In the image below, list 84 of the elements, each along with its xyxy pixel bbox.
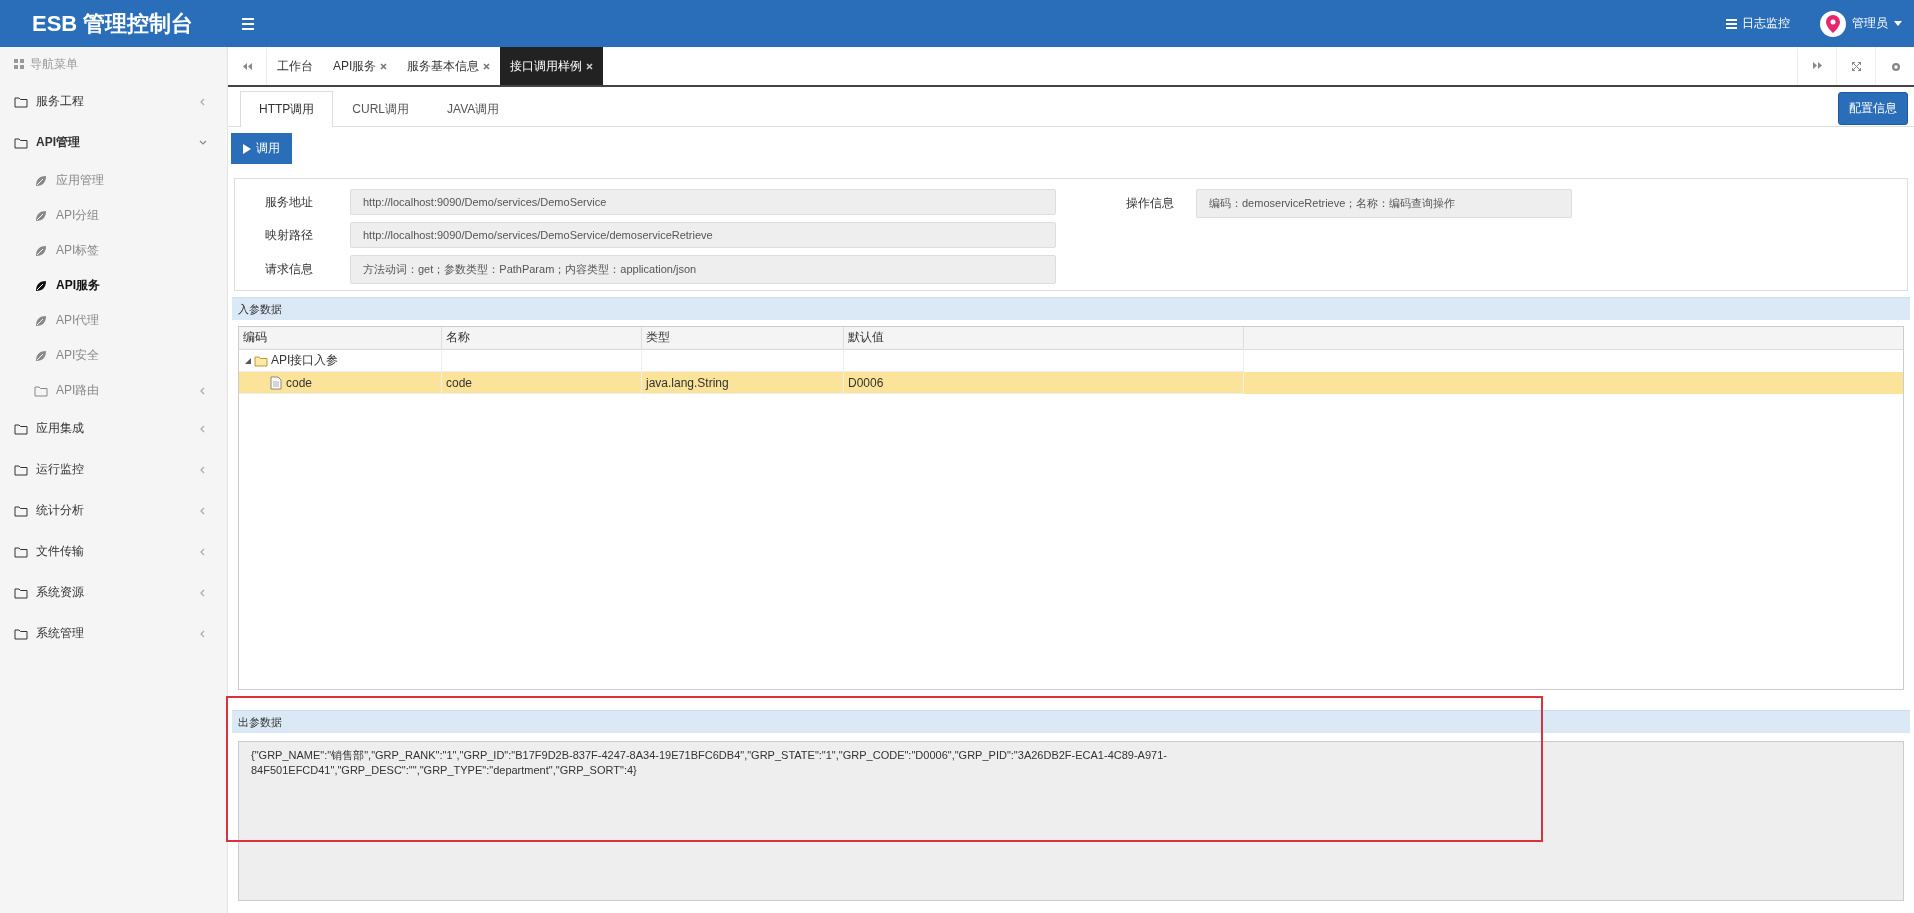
expanded-triangle-icon[interactable] <box>245 357 251 364</box>
folder-icon <box>14 626 28 641</box>
chevron-icon <box>198 547 207 556</box>
close-icon[interactable] <box>586 62 594 70</box>
table-cell: API接口入参 <box>271 352 339 369</box>
config-info-button[interactable]: 配置信息 <box>1838 92 1908 125</box>
close-icon[interactable] <box>483 62 491 70</box>
readonly-field: http://localhost:9090/Demo/services/DemoService <box>350 189 1056 215</box>
table-cell: code <box>446 375 473 390</box>
output-text-area: {"GRP_NAME":"销售部","GRP_RANK":"1","GRP_ID":"B17F9D2B-837F-4247-8A34-19E71BFC6DB4","GRP_STATE":"1","GRP_CODE":"D0006","GRP_PID":"3A26DB2F-ECA1-4C89-A971-84F501EFCD41","GRP_DESC":"","GRP_TYPE":"department","GRP_SORT":4} <box>238 741 1904 901</box>
table-cell: code <box>286 375 313 390</box>
leaf-icon <box>34 173 48 188</box>
sidebar-header: 导航菜单 <box>0 47 227 81</box>
chevron-icon <box>198 386 207 395</box>
call-type-tab[interactable]: JAVA调用 <box>428 91 519 127</box>
sidebar-item[interactable]: 统计分析 <box>0 490 227 531</box>
leaf-icon <box>34 348 48 363</box>
chevron-icon <box>198 588 207 597</box>
sidebar-item[interactable]: 运行监控 <box>0 449 227 490</box>
chevron-icon <box>198 424 207 433</box>
sidebar-item[interactable]: 服务工程 <box>0 81 227 122</box>
document-icon <box>269 375 283 390</box>
field-label: 服务地址 <box>264 193 314 211</box>
call-type-tab[interactable]: HTTP调用 <box>240 91 334 127</box>
invoke-button[interactable]: 调用 <box>231 133 292 164</box>
column-header: 名称 <box>442 327 642 349</box>
readonly-field: http://localhost:9090/Demo/services/DemoService/demoserviceRetrieve <box>350 222 1056 248</box>
call-type-tab[interactable]: CURL调用 <box>333 91 428 127</box>
page-tab[interactable]: 工作台 <box>267 47 323 85</box>
close-icon[interactable] <box>380 62 388 70</box>
chevron-icon <box>198 629 207 638</box>
column-header: 默认值 <box>844 327 1244 349</box>
play-icon <box>243 143 251 154</box>
folder-icon <box>14 135 28 150</box>
user-menu[interactable]: 管理员 <box>1820 10 1902 37</box>
log-monitor-link[interactable]: 日志监控 <box>1726 15 1790 32</box>
leaf-icon <box>34 243 48 258</box>
sidebar-item[interactable]: 文件传输 <box>0 531 227 572</box>
page-tab[interactable]: 接口调用样例 <box>500 47 604 85</box>
column-header: 编码 <box>239 327 442 349</box>
folder-icon <box>14 544 28 559</box>
app-logo: ESB 管理控制台 <box>31 9 195 38</box>
pin-icon <box>1825 13 1841 34</box>
column-header: 类型 <box>642 327 844 349</box>
sidebar-item[interactable]: 应用集成 <box>0 408 227 449</box>
section-header: 出参数据 <box>232 710 1910 733</box>
sidebar-item[interactable]: API管理 <box>0 122 227 163</box>
tree-row[interactable]: code code java.lang.String D0006 <box>239 372 1903 394</box>
chevron-icon <box>198 506 207 515</box>
sidebar-item[interactable]: 系统资源 <box>0 572 227 613</box>
sidebar-item[interactable]: 系统管理 <box>0 613 227 654</box>
field-label: 请求信息 <box>264 261 314 278</box>
sidebar-item[interactable]: 应用管理 <box>0 163 227 198</box>
leaf-icon <box>34 208 48 223</box>
folder-icon <box>14 585 28 600</box>
caret-icon <box>1894 21 1902 26</box>
double-left-icon <box>242 62 252 70</box>
field-label: 映射路径 <box>264 226 314 244</box>
grid-icon <box>14 59 24 69</box>
leaf-icon <box>34 278 48 293</box>
page-tab[interactable]: 服务基本信息 <box>397 47 501 85</box>
folder-icon <box>34 383 48 398</box>
table-cell: java.lang.String <box>646 375 729 390</box>
settings-icon <box>1890 61 1900 71</box>
folder-icon <box>254 353 268 368</box>
leaf-icon <box>34 313 48 328</box>
expand-icon <box>1851 61 1861 71</box>
folder-icon <box>14 503 28 518</box>
sidebar-item[interactable]: API服务 <box>0 268 227 303</box>
list-icon <box>1726 18 1737 29</box>
page-tab[interactable]: API服务 <box>323 47 398 85</box>
table-cell: D0006 <box>848 375 884 390</box>
readonly-field: 方法动词：get；参数类型：PathParam；内容类型：application/json <box>350 255 1056 284</box>
chevron-icon <box>198 97 207 106</box>
double-right-icon <box>1812 61 1822 71</box>
folder-icon <box>14 94 28 109</box>
folder-icon <box>14 421 28 436</box>
chevron-icon <box>198 465 207 474</box>
folder-icon <box>14 462 28 477</box>
readonly-field: 编码：demoserviceRetrieve；名称：编码查询操作 <box>1196 189 1572 218</box>
menu-icon[interactable] <box>242 17 256 30</box>
field-label: 操作信息 <box>1125 195 1175 212</box>
section-header: 入参数据 <box>232 297 1910 320</box>
chevron-icon <box>198 138 207 147</box>
